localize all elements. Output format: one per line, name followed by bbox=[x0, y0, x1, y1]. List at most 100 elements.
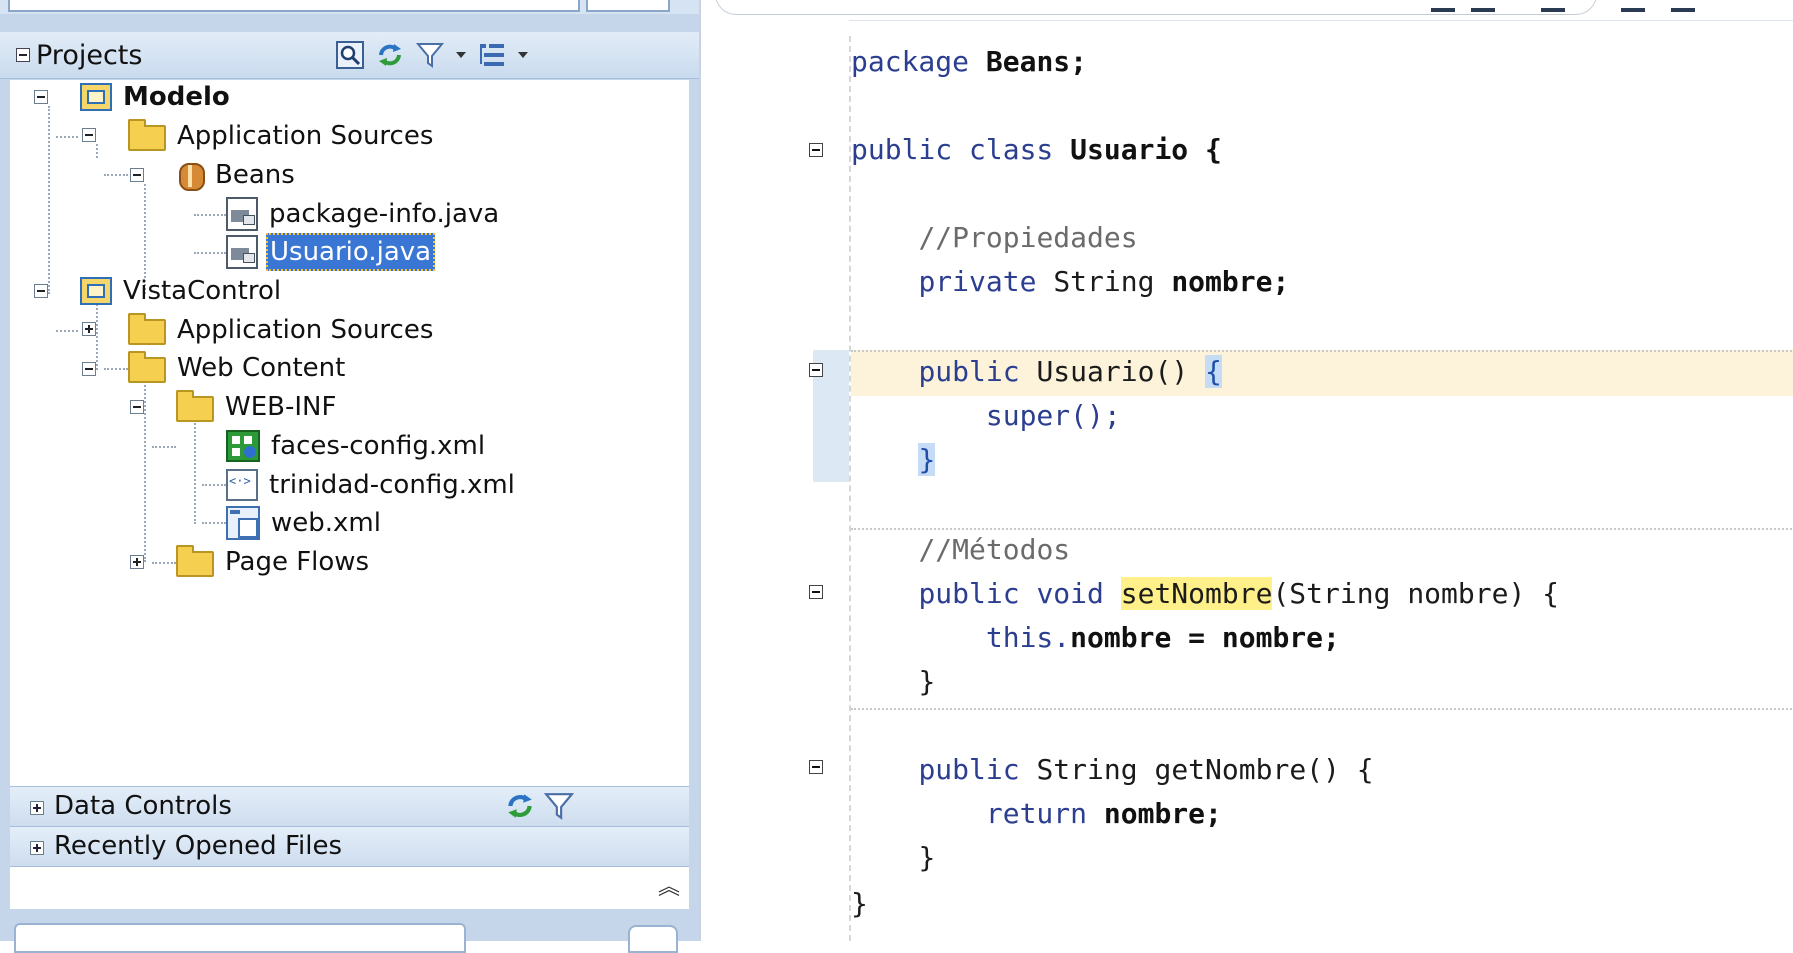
navigator-selector-button[interactable] bbox=[586, 0, 670, 12]
folder-icon bbox=[128, 119, 166, 151]
tree-item-faces-config-xml[interactable]: faces-config.xml bbox=[226, 426, 488, 466]
project-tree: Modelo Application Sources Beans package… bbox=[10, 80, 689, 786]
tree-item-beans[interactable]: Beans bbox=[174, 155, 298, 195]
java-file-icon bbox=[226, 197, 258, 231]
tree-item-web-inf[interactable]: WEB-INF bbox=[176, 387, 339, 427]
project-icon bbox=[80, 277, 112, 305]
tree-item-label: Application Sources bbox=[177, 121, 434, 151]
tree-item-application-sources[interactable]: Application Sources bbox=[128, 116, 436, 156]
layout-icon[interactable] bbox=[476, 40, 508, 70]
tree-item-label: Web Content bbox=[177, 353, 346, 383]
tree-item-label: Usuario.java bbox=[266, 233, 436, 271]
tree-item-modelo[interactable]: Modelo bbox=[80, 77, 233, 117]
refresh-icon[interactable] bbox=[504, 791, 536, 825]
code-line-2[interactable]: public class Usuario { bbox=[851, 130, 1222, 170]
tree-item-usuario-java[interactable]: Usuario.java bbox=[226, 232, 436, 272]
code-token: Usuario() bbox=[1036, 355, 1189, 388]
tree-item-label: Beans bbox=[215, 160, 295, 190]
code-token: public void bbox=[918, 577, 1104, 610]
projects-panel-title: Projects bbox=[36, 40, 143, 71]
code-line-6[interactable]: super(); bbox=[851, 396, 1121, 436]
toolbar-icon[interactable] bbox=[1621, 0, 1645, 12]
code-line-14[interactable]: } bbox=[851, 838, 935, 878]
tree-item-web-xml[interactable]: web.xml bbox=[226, 503, 384, 543]
code-line-13[interactable]: return nombre; bbox=[851, 794, 1222, 834]
tree-item-label: Modelo bbox=[123, 82, 230, 112]
code-line-3[interactable]: //Propiedades bbox=[851, 218, 1138, 258]
tree-item-label: WEB-INF bbox=[225, 392, 337, 422]
recent-files-header[interactable]: Recently Opened Files bbox=[10, 826, 689, 867]
code-line-10[interactable]: this.nombre = nombre; bbox=[851, 618, 1340, 658]
recent-files-title: Recently Opened Files bbox=[54, 831, 342, 861]
structure-panel-button[interactable] bbox=[628, 925, 678, 953]
fold-toggle-icon[interactable] bbox=[809, 760, 823, 774]
expand-toggle[interactable] bbox=[34, 90, 48, 104]
refresh-icon[interactable] bbox=[374, 40, 406, 70]
filter-dropdown-icon[interactable] bbox=[454, 40, 468, 70]
expand-toggle[interactable] bbox=[82, 128, 96, 142]
code-editor[interactable]: package Beans; public class Usuario { //… bbox=[699, 0, 1793, 941]
tree-item-web-content[interactable]: Web Content bbox=[128, 348, 348, 388]
fold-toggle-icon[interactable] bbox=[809, 585, 823, 599]
code-line-5[interactable]: public Usuario() { bbox=[851, 352, 1222, 392]
scroll-up-icon[interactable]: ︽ bbox=[658, 869, 680, 901]
tree-item-label: VistaControl bbox=[123, 276, 282, 306]
fold-toggle-icon[interactable] bbox=[809, 143, 823, 157]
fold-toggle-icon[interactable] bbox=[809, 363, 823, 377]
expand-toggle[interactable] bbox=[34, 284, 48, 298]
code-line-8[interactable]: //Métodos bbox=[851, 530, 1070, 570]
structure-panel-tab[interactable] bbox=[14, 923, 466, 953]
expand-toggle[interactable] bbox=[82, 362, 96, 376]
toolbar-icon[interactable] bbox=[1431, 0, 1455, 12]
code-token: nombre; bbox=[1171, 265, 1290, 298]
toolbar-icon[interactable] bbox=[1541, 0, 1565, 12]
toolbar-icon[interactable] bbox=[1671, 0, 1695, 12]
tree-item-package-info-java[interactable]: package-info.java bbox=[226, 194, 502, 234]
search-icon[interactable] bbox=[334, 40, 366, 70]
toolbar-icon[interactable] bbox=[1471, 0, 1495, 12]
code-line-1[interactable]: package Beans; bbox=[851, 42, 1087, 82]
tree-item-label: Application Sources bbox=[177, 315, 434, 345]
code-line-12[interactable]: public String getNombre() { bbox=[851, 750, 1373, 790]
code-token: } bbox=[918, 841, 936, 874]
editor-tab-strip[interactable] bbox=[715, 0, 1597, 15]
code-line-9[interactable]: public void setNombre(String nombre) { bbox=[851, 574, 1559, 614]
tree-item-trinidad-config-xml[interactable]: trinidad-config.xml bbox=[226, 465, 518, 505]
navigator-top-bar bbox=[0, 0, 699, 14]
code-line-15[interactable]: } bbox=[851, 884, 868, 924]
expand-toggle[interactable] bbox=[82, 322, 96, 336]
matched-brace: } bbox=[918, 443, 936, 476]
code-line-11[interactable]: } bbox=[851, 662, 935, 702]
code-token: (String nombre) { bbox=[1272, 577, 1560, 610]
tree-item-page-flows[interactable]: Page Flows bbox=[176, 542, 372, 582]
navigator-selector[interactable] bbox=[8, 0, 580, 12]
matched-brace: { bbox=[1205, 355, 1222, 388]
projects-collapse-toggle[interactable] bbox=[16, 48, 30, 62]
tree-item-application-sources-2[interactable]: Application Sources bbox=[128, 310, 436, 350]
tree-item-vistacontrol[interactable]: VistaControl bbox=[80, 271, 284, 311]
code-token: String bbox=[1053, 265, 1155, 298]
data-controls-header[interactable]: Data Controls bbox=[10, 786, 689, 827]
expand-toggle[interactable] bbox=[130, 555, 144, 569]
filter-icon[interactable] bbox=[414, 40, 446, 70]
layout-dropdown-icon[interactable] bbox=[516, 40, 530, 70]
projects-toolbar bbox=[334, 40, 530, 70]
search-highlight: setNombre bbox=[1120, 577, 1273, 610]
filter-icon[interactable] bbox=[543, 791, 575, 825]
code-token: nombre = nombre; bbox=[1070, 621, 1340, 654]
xml-file-icon bbox=[226, 469, 258, 501]
expand-toggle[interactable] bbox=[130, 168, 144, 182]
expand-toggle[interactable] bbox=[130, 400, 144, 414]
data-controls-expand-toggle[interactable] bbox=[30, 801, 44, 815]
project-icon bbox=[80, 83, 112, 111]
code-token: return bbox=[985, 797, 1088, 830]
code-line-4[interactable]: private String nombre; bbox=[851, 262, 1289, 302]
code-line-7[interactable]: } bbox=[851, 440, 936, 480]
code-token: Usuario { bbox=[1070, 133, 1222, 166]
code-token: } bbox=[918, 665, 936, 698]
recent-files-expand-toggle[interactable] bbox=[30, 841, 44, 855]
code-token: public bbox=[918, 355, 1020, 388]
code-comment: //Propiedades bbox=[918, 221, 1138, 254]
projects-panel-header[interactable]: Projects bbox=[0, 32, 699, 79]
tree-item-label: trinidad-config.xml bbox=[269, 470, 515, 500]
